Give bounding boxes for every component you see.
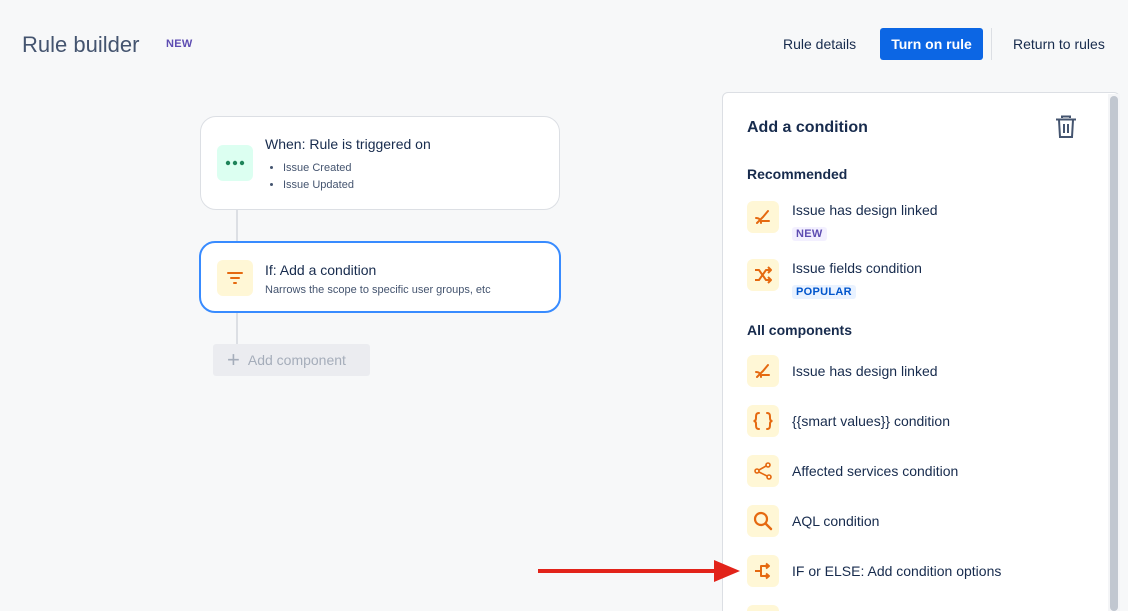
red-arrow-annotation — [538, 560, 740, 582]
trigger-node[interactable]: When: Rule is triggered on Issue Created… — [200, 116, 560, 210]
rule-details-button[interactable]: Rule details — [775, 28, 864, 60]
condition-option-design-linked-all[interactable]: Issue has design linked — [747, 355, 938, 387]
condition-node[interactable]: If: Add a condition Narrows the scope to… — [199, 241, 561, 313]
design-link-icon — [747, 355, 779, 387]
item-badge-wrap: NEW — [792, 224, 938, 241]
condition-option-affected-services[interactable]: Affected services condition — [747, 455, 958, 487]
return-to-rules-button[interactable]: Return to rules — [1005, 28, 1113, 60]
new-badge: NEW — [166, 38, 193, 50]
condition-option-partial[interactable] — [747, 605, 779, 611]
recommended-heading: Recommended — [747, 166, 848, 182]
trigger-event: Issue Created — [283, 160, 431, 177]
curly-braces-icon — [747, 405, 779, 437]
condition-option-design-linked[interactable]: Issue has design linked NEW — [747, 201, 938, 241]
branch-icon — [747, 555, 779, 587]
condition-title: If: Add a condition — [265, 262, 377, 278]
trash-icon[interactable] — [1055, 115, 1079, 141]
plus-icon: + — [227, 347, 240, 372]
item-label: Issue fields condition — [792, 260, 922, 276]
all-components-heading: All components — [747, 322, 853, 338]
panel-title: Add a condition — [747, 119, 868, 136]
item-label: Issue has design linked — [792, 202, 938, 218]
shuffle-icon — [747, 259, 779, 291]
add-component-label: Add component — [247, 352, 346, 368]
header-divider — [991, 28, 992, 60]
condition-option-if-else[interactable]: IF or ELSE: Add condition options — [747, 555, 1001, 587]
trigger-node-body: When: Rule is triggered on Issue Created… — [265, 117, 431, 194]
trigger-events-list: Issue Created Issue Updated — [283, 160, 431, 194]
item-label: Affected services condition — [792, 463, 959, 479]
search-icon — [747, 505, 779, 537]
item-label: IF or ELSE: Add condition options — [792, 563, 1002, 579]
scrollbar-thumb[interactable] — [1110, 96, 1118, 611]
item-label: {{smart values}} condition — [792, 413, 950, 429]
filter-icon — [217, 260, 253, 296]
page-title: Rule builder — [22, 32, 140, 57]
item-label: AQL condition — [792, 513, 880, 529]
add-condition-panel: Add a condition Recommended Issue has de… — [722, 92, 1120, 611]
connector-line — [236, 210, 238, 241]
turn-on-rule-button[interactable]: Turn on rule — [880, 28, 983, 60]
condition-subtitle: Narrows the scope to specific user group… — [265, 284, 491, 296]
services-icon — [747, 455, 779, 487]
condition-option-aql[interactable]: AQL condition — [747, 505, 879, 537]
condition-option-issue-fields[interactable]: Issue fields condition POPULAR — [747, 259, 922, 299]
more-dots-icon — [217, 145, 253, 181]
condition-option-smart-values[interactable]: {{smart values}} condition — [747, 405, 950, 437]
add-component-button[interactable]: + Add component — [213, 344, 370, 376]
item-text: Issue has design linked NEW — [792, 201, 938, 241]
trigger-event: Issue Updated — [283, 177, 431, 194]
condition-node-body: If: Add a condition Narrows the scope to… — [265, 243, 491, 296]
item-badge-wrap: POPULAR — [792, 282, 922, 299]
partial-item-icon — [747, 605, 779, 611]
popular-badge: POPULAR — [792, 285, 856, 299]
new-badge: NEW — [792, 227, 827, 241]
item-label: Issue has design linked — [792, 363, 938, 379]
design-link-icon — [747, 201, 779, 233]
trigger-title: When: Rule is triggered on — [265, 136, 431, 152]
connector-line — [236, 313, 238, 344]
item-text: Issue fields condition POPULAR — [792, 259, 922, 299]
